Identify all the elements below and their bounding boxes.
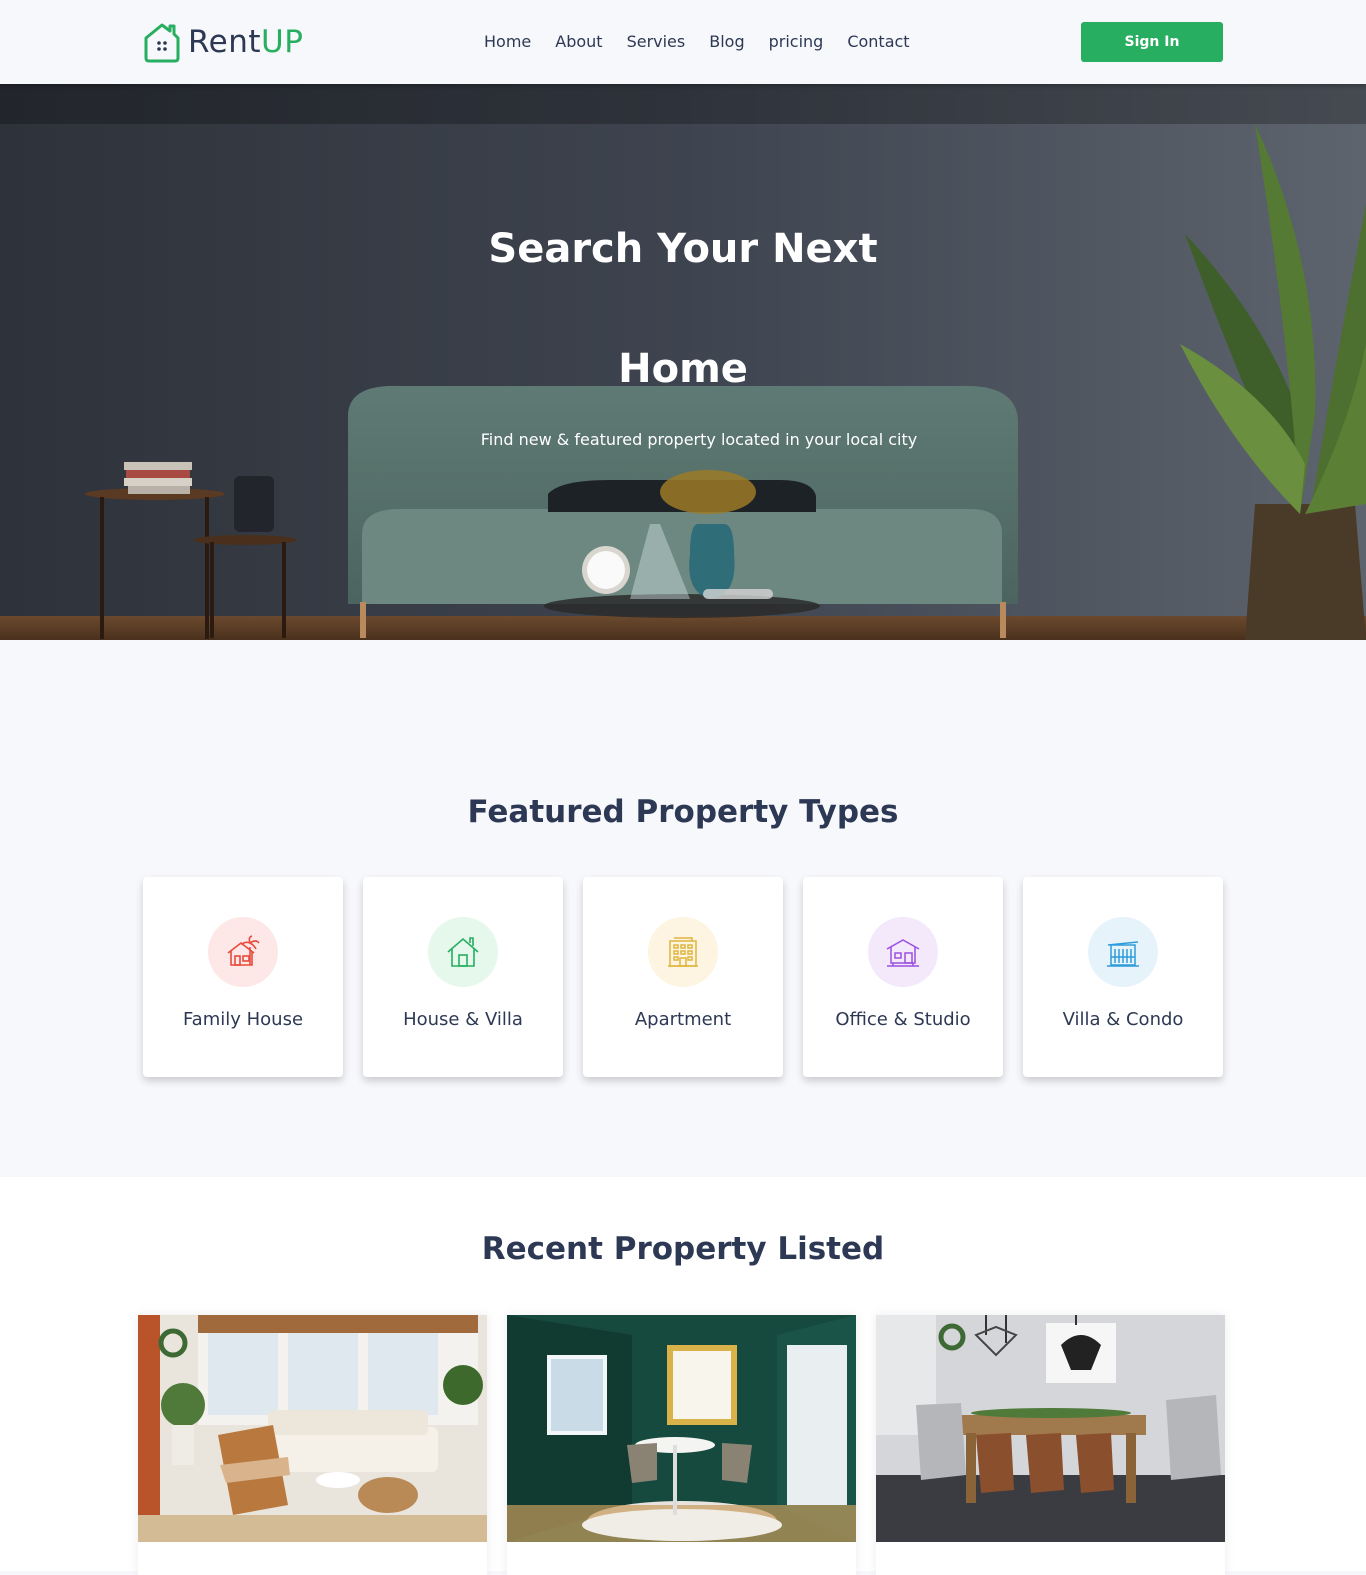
beach-house-icon bbox=[208, 917, 278, 987]
dining-room-green-photo bbox=[507, 1315, 856, 1542]
house-icon bbox=[428, 917, 498, 987]
recent-section-title: Recent Property Listed bbox=[481, 1231, 885, 1267]
property-type-card-apartment[interactable]: Apartment bbox=[583, 877, 783, 1077]
nav-blog[interactable]: Blog bbox=[697, 31, 756, 53]
hero-banner: Search Your Next Home Find new & feature… bbox=[0, 84, 1366, 640]
property-listing-card[interactable] bbox=[138, 1315, 487, 1575]
living-room-photo bbox=[138, 1315, 487, 1542]
office-building-icon bbox=[868, 917, 938, 987]
property-type-card-family-house[interactable]: Family House bbox=[143, 877, 343, 1077]
nav-services[interactable]: Servies bbox=[615, 31, 698, 53]
sign-in-button[interactable]: Sign In bbox=[1081, 22, 1223, 62]
dining-room-grey-photo bbox=[876, 1315, 1225, 1542]
site-header: RentUP Home About Servies Blog pricing C… bbox=[0, 0, 1366, 84]
property-listing-card[interactable] bbox=[507, 1315, 856, 1575]
apartment-building-icon bbox=[648, 917, 718, 987]
house-logo-icon bbox=[144, 23, 180, 63]
main-nav: Home About Servies Blog pricing Contact bbox=[472, 31, 922, 53]
featured-section-title: Featured Property Types bbox=[467, 794, 899, 830]
hero-title-line1: Search Your Next bbox=[488, 226, 878, 272]
property-type-label: Office & Studio bbox=[835, 1009, 971, 1030]
property-listing-card[interactable] bbox=[876, 1315, 1225, 1575]
property-type-label: Family House bbox=[182, 1009, 304, 1030]
nav-pricing[interactable]: pricing bbox=[757, 31, 836, 53]
hero-title-line2: Home bbox=[618, 346, 748, 392]
property-listings bbox=[138, 1315, 1225, 1575]
property-type-label: Villa & Condo bbox=[1062, 1009, 1184, 1030]
logo-text: RentUP bbox=[188, 24, 304, 60]
property-type-label: House & Villa bbox=[403, 1009, 523, 1030]
logo[interactable]: RentUP bbox=[140, 20, 303, 64]
property-type-card-villa-condo[interactable]: Villa & Condo bbox=[1023, 877, 1223, 1077]
nav-contact[interactable]: Contact bbox=[835, 31, 921, 53]
nav-about[interactable]: About bbox=[543, 31, 614, 53]
recent-property-section: Recent Property Listed bbox=[0, 1177, 1366, 1575]
featured-property-types-section: Featured Property Types Family House Hou… bbox=[0, 640, 1366, 1177]
nav-home[interactable]: Home bbox=[472, 31, 543, 53]
hero-subtitle: Find new & featured property located in … bbox=[480, 430, 918, 449]
property-type-cards: Family House House & Villa Apartment Off… bbox=[143, 877, 1223, 1077]
condo-building-icon bbox=[1088, 917, 1158, 987]
property-type-card-house-villa[interactable]: House & Villa bbox=[363, 877, 563, 1077]
property-type-label: Apartment bbox=[634, 1009, 732, 1030]
property-type-card-office-studio[interactable]: Office & Studio bbox=[803, 877, 1003, 1077]
